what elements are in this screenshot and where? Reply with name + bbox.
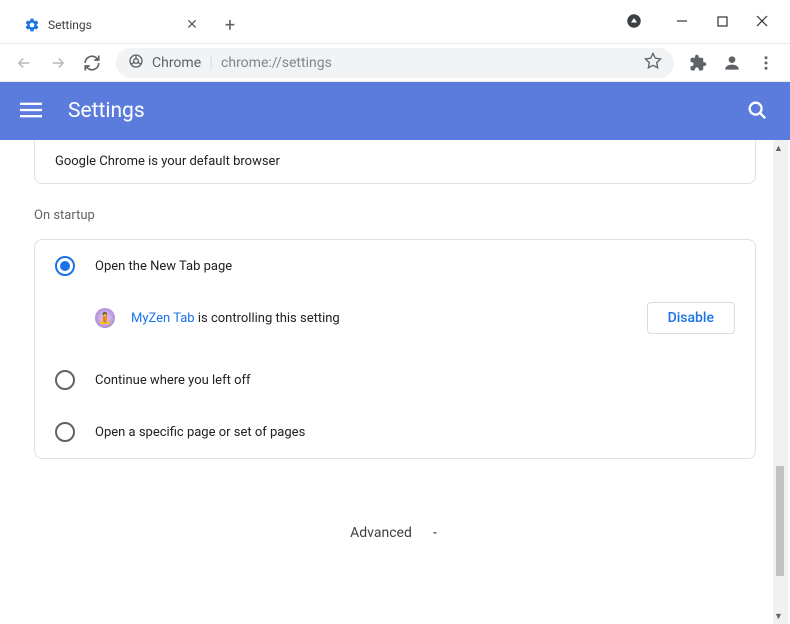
new-tab-button[interactable]: + bbox=[216, 11, 244, 39]
address-prefix: Chrome bbox=[152, 55, 201, 71]
advanced-toggle[interactable]: Advanced bbox=[20, 483, 770, 582]
radio-icon bbox=[55, 256, 75, 276]
settings-header: Settings bbox=[0, 82, 790, 140]
address-bar[interactable]: Chrome | chrome://settings bbox=[116, 48, 674, 78]
close-window-button[interactable] bbox=[742, 5, 782, 37]
browser-tab-settings[interactable]: Settings ✕ bbox=[12, 7, 212, 43]
default-browser-text: Google Chrome is your default browser bbox=[55, 154, 735, 169]
on-startup-section-title: On startup bbox=[34, 208, 756, 223]
extension-name-link[interactable]: MyZen Tab bbox=[131, 311, 195, 326]
close-icon[interactable]: ✕ bbox=[184, 17, 200, 33]
maximize-button[interactable] bbox=[702, 5, 742, 37]
radio-label: Open the New Tab page bbox=[95, 259, 232, 274]
browser-toolbar: Chrome | chrome://settings bbox=[0, 44, 790, 82]
startup-option-continue[interactable]: Continue where you left off bbox=[35, 354, 755, 406]
back-button[interactable] bbox=[8, 47, 40, 79]
scrollbar[interactable]: ▲ ▼ bbox=[773, 140, 788, 624]
advanced-label: Advanced bbox=[350, 525, 412, 541]
extension-controlling-notice: 🧘 MyZen Tab is controlling this setting … bbox=[35, 292, 755, 354]
chrome-icon bbox=[128, 53, 144, 73]
scroll-thumb[interactable] bbox=[776, 466, 784, 576]
extensions-button[interactable] bbox=[682, 47, 714, 79]
address-separator: | bbox=[209, 53, 213, 72]
extension-icon: 🧘 bbox=[95, 308, 115, 328]
address-url: chrome://settings bbox=[221, 55, 636, 71]
window-titlebar: Settings ✕ + bbox=[0, 0, 790, 44]
settings-scroll-container[interactable]: Google Chrome is your default browser On… bbox=[0, 140, 790, 624]
profile-button[interactable] bbox=[716, 47, 748, 79]
reload-button[interactable] bbox=[76, 47, 108, 79]
startup-option-new-tab[interactable]: Open the New Tab page bbox=[35, 240, 755, 292]
window-controls bbox=[618, 0, 790, 43]
forward-button[interactable] bbox=[42, 47, 74, 79]
chevron-down-icon bbox=[430, 523, 440, 542]
settings-page-title: Settings bbox=[68, 99, 746, 123]
tab-strip: Settings ✕ + bbox=[0, 7, 618, 43]
minimize-button[interactable] bbox=[662, 5, 702, 37]
controlling-text: MyZen Tab is controlling this setting bbox=[131, 311, 647, 326]
disable-button[interactable]: Disable bbox=[647, 302, 735, 334]
radio-icon bbox=[55, 370, 75, 390]
startup-options-card: Open the New Tab page 🧘 MyZen Tab is con… bbox=[34, 239, 756, 459]
search-icon[interactable] bbox=[746, 99, 770, 123]
hamburger-menu-icon[interactable] bbox=[20, 99, 44, 123]
radio-label: Open a specific page or set of pages bbox=[95, 425, 305, 440]
radio-label: Continue where you left off bbox=[95, 373, 251, 388]
settings-content-area: Google Chrome is your default browser On… bbox=[0, 140, 790, 624]
scroll-down-icon[interactable]: ▼ bbox=[771, 608, 786, 624]
tab-title: Settings bbox=[48, 18, 184, 32]
default-browser-card: Google Chrome is your default browser bbox=[34, 140, 756, 184]
controlling-suffix: is controlling this setting bbox=[195, 311, 340, 326]
scroll-up-icon[interactable]: ▲ bbox=[771, 140, 786, 156]
radio-icon bbox=[55, 422, 75, 442]
menu-button[interactable] bbox=[750, 47, 782, 79]
startup-option-specific-page[interactable]: Open a specific page or set of pages bbox=[35, 406, 755, 458]
gear-icon bbox=[24, 17, 40, 33]
bookmark-star-icon[interactable] bbox=[644, 52, 662, 74]
profile-badge-icon bbox=[618, 5, 650, 37]
